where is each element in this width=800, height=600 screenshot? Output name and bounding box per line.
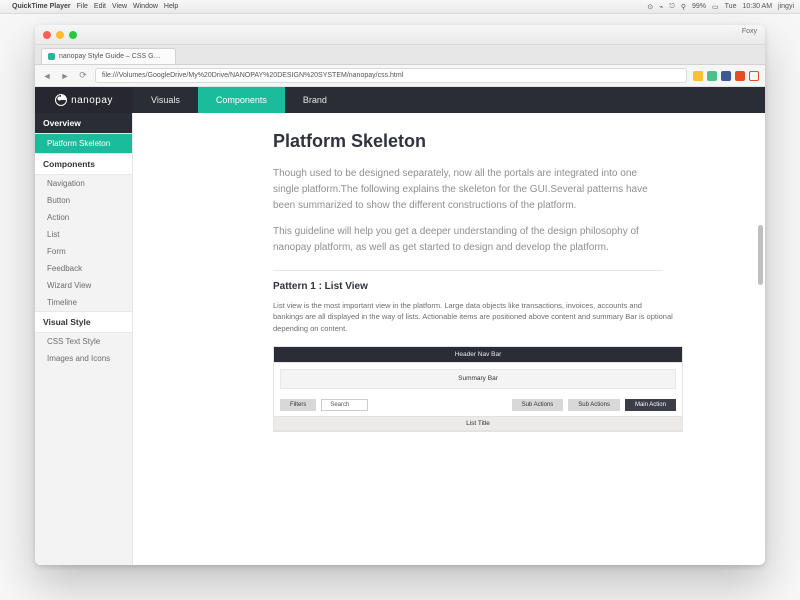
window-maximize-button[interactable] — [69, 31, 77, 39]
page-title: Platform Skeleton — [273, 131, 723, 152]
tab-title: nanopay Style Guide – CSS G… — [59, 53, 161, 60]
wireframe-toolbar: Filters Search Sub Actions Sub Actions M… — [274, 395, 682, 417]
sidebar-item-feedback[interactable]: Feedback — [35, 260, 132, 277]
wireframe-search-field: Search — [321, 399, 368, 411]
sidebar-item-platform-skeleton[interactable]: Platform Skeleton — [35, 134, 132, 153]
brand-logo[interactable]: nanopay — [35, 87, 133, 113]
status-icon: ⎋ — [669, 3, 675, 11]
sidebar-item-list[interactable]: List — [35, 226, 132, 243]
menubar-app-name[interactable]: QuickTime Player — [12, 3, 71, 10]
wireframe-summary-bar: Summary Bar — [280, 369, 676, 389]
browser-window: Foxy nanopay Style Guide – CSS G… ◄ ► ⟳ … — [35, 25, 765, 565]
extension-icon[interactable] — [693, 71, 703, 81]
battery-percent: 99% — [692, 3, 706, 10]
sidebar-item-navigation[interactable]: Navigation — [35, 175, 132, 192]
intro-paragraph-1: Though used to be designed separately, n… — [273, 166, 663, 214]
nav-forward-button[interactable]: ► — [59, 70, 71, 82]
sidebar-heading-visual-style: Visual Style — [35, 311, 132, 333]
extension-icon[interactable] — [735, 71, 745, 81]
menubar-day: Tue — [725, 3, 737, 10]
logo-icon — [55, 94, 67, 106]
menubar-window[interactable]: Window — [133, 3, 158, 10]
sidebar-item-timeline[interactable]: Timeline — [35, 294, 132, 311]
window-title: Foxy — [742, 28, 757, 35]
macos-menubar: QuickTime Player File Edit View Window H… — [0, 0, 800, 14]
wifi-icon[interactable]: ⚲ — [681, 3, 686, 11]
nav-back-button[interactable]: ◄ — [41, 70, 53, 82]
browser-urlbar: ◄ ► ⟳ file:///Volumes/GoogleDrive/My%20D… — [35, 65, 765, 87]
status-icon: ⊙ — [647, 3, 653, 11]
wireframe-listview: Header Nav Bar Summary Bar Filters Searc… — [273, 346, 683, 432]
url-input[interactable]: file:///Volumes/GoogleDrive/My%20Drive/N… — [95, 68, 687, 83]
topnav-components[interactable]: Components — [198, 87, 285, 113]
intro-paragraph-2: This guideline will help you get a deepe… — [273, 224, 663, 256]
extension-icon[interactable] — [721, 71, 731, 81]
wireframe-sub-action-b: Sub Actions — [568, 399, 620, 411]
pattern-description: List view is the most important view in … — [273, 300, 673, 334]
wireframe-header-nav: Header Nav Bar — [274, 347, 682, 363]
sidebar-item-form[interactable]: Form — [35, 243, 132, 260]
window-titlebar[interactable]: Foxy — [35, 25, 765, 45]
menubar-time[interactable]: 10:30 AM — [742, 3, 772, 10]
url-text: file:///Volumes/GoogleDrive/My%20Drive/N… — [102, 72, 403, 79]
extension-icon[interactable] — [707, 71, 717, 81]
nav-reload-button[interactable]: ⟳ — [77, 70, 89, 82]
browser-tabstrip: nanopay Style Guide – CSS G… — [35, 45, 765, 65]
brand-name: nanopay — [71, 95, 113, 106]
browser-tab[interactable]: nanopay Style Guide – CSS G… — [41, 48, 176, 64]
wireframe-list-title: List Title — [274, 417, 682, 431]
wireframe-filters-chip: Filters — [280, 399, 316, 411]
topnav-visuals[interactable]: Visuals — [133, 87, 198, 113]
sidebar-item-wizard-view[interactable]: Wizard View — [35, 277, 132, 294]
sidebar-item-images-and-icons[interactable]: Images and Icons — [35, 350, 132, 367]
main-content: Platform Skeleton Though used to be desi… — [133, 113, 765, 565]
menubar-help[interactable]: Help — [164, 3, 178, 10]
menubar-view[interactable]: View — [112, 3, 127, 10]
sidebar: Overview Platform Skeleton Components Na… — [35, 113, 133, 565]
favicon-icon — [48, 53, 55, 60]
sidebar-heading-overview: Overview — [35, 113, 132, 134]
pattern-heading: Pattern 1 : List View — [273, 281, 723, 292]
battery-icon: ▭ — [712, 3, 719, 11]
status-icon: ⌁ — [659, 3, 663, 11]
scrollbar-thumb[interactable] — [758, 225, 763, 285]
sidebar-heading-components: Components — [35, 153, 132, 175]
menubar-user[interactable]: jingyi — [778, 3, 794, 10]
app-topnav: nanopay Visuals Components Brand — [35, 87, 765, 113]
divider — [273, 270, 663, 271]
sidebar-item-css-text-style[interactable]: CSS Text Style — [35, 333, 132, 350]
window-minimize-button[interactable] — [56, 31, 64, 39]
wireframe-main-action: Main Action — [625, 399, 676, 411]
menubar-file[interactable]: File — [77, 3, 88, 10]
wireframe-sub-action-a: Sub Actions — [512, 399, 564, 411]
sidebar-item-action[interactable]: Action — [35, 209, 132, 226]
sidebar-item-button[interactable]: Button — [35, 192, 132, 209]
topnav-brand[interactable]: Brand — [285, 87, 345, 113]
menubar-edit[interactable]: Edit — [94, 3, 106, 10]
opera-menu-icon[interactable] — [749, 71, 759, 81]
window-close-button[interactable] — [43, 31, 51, 39]
